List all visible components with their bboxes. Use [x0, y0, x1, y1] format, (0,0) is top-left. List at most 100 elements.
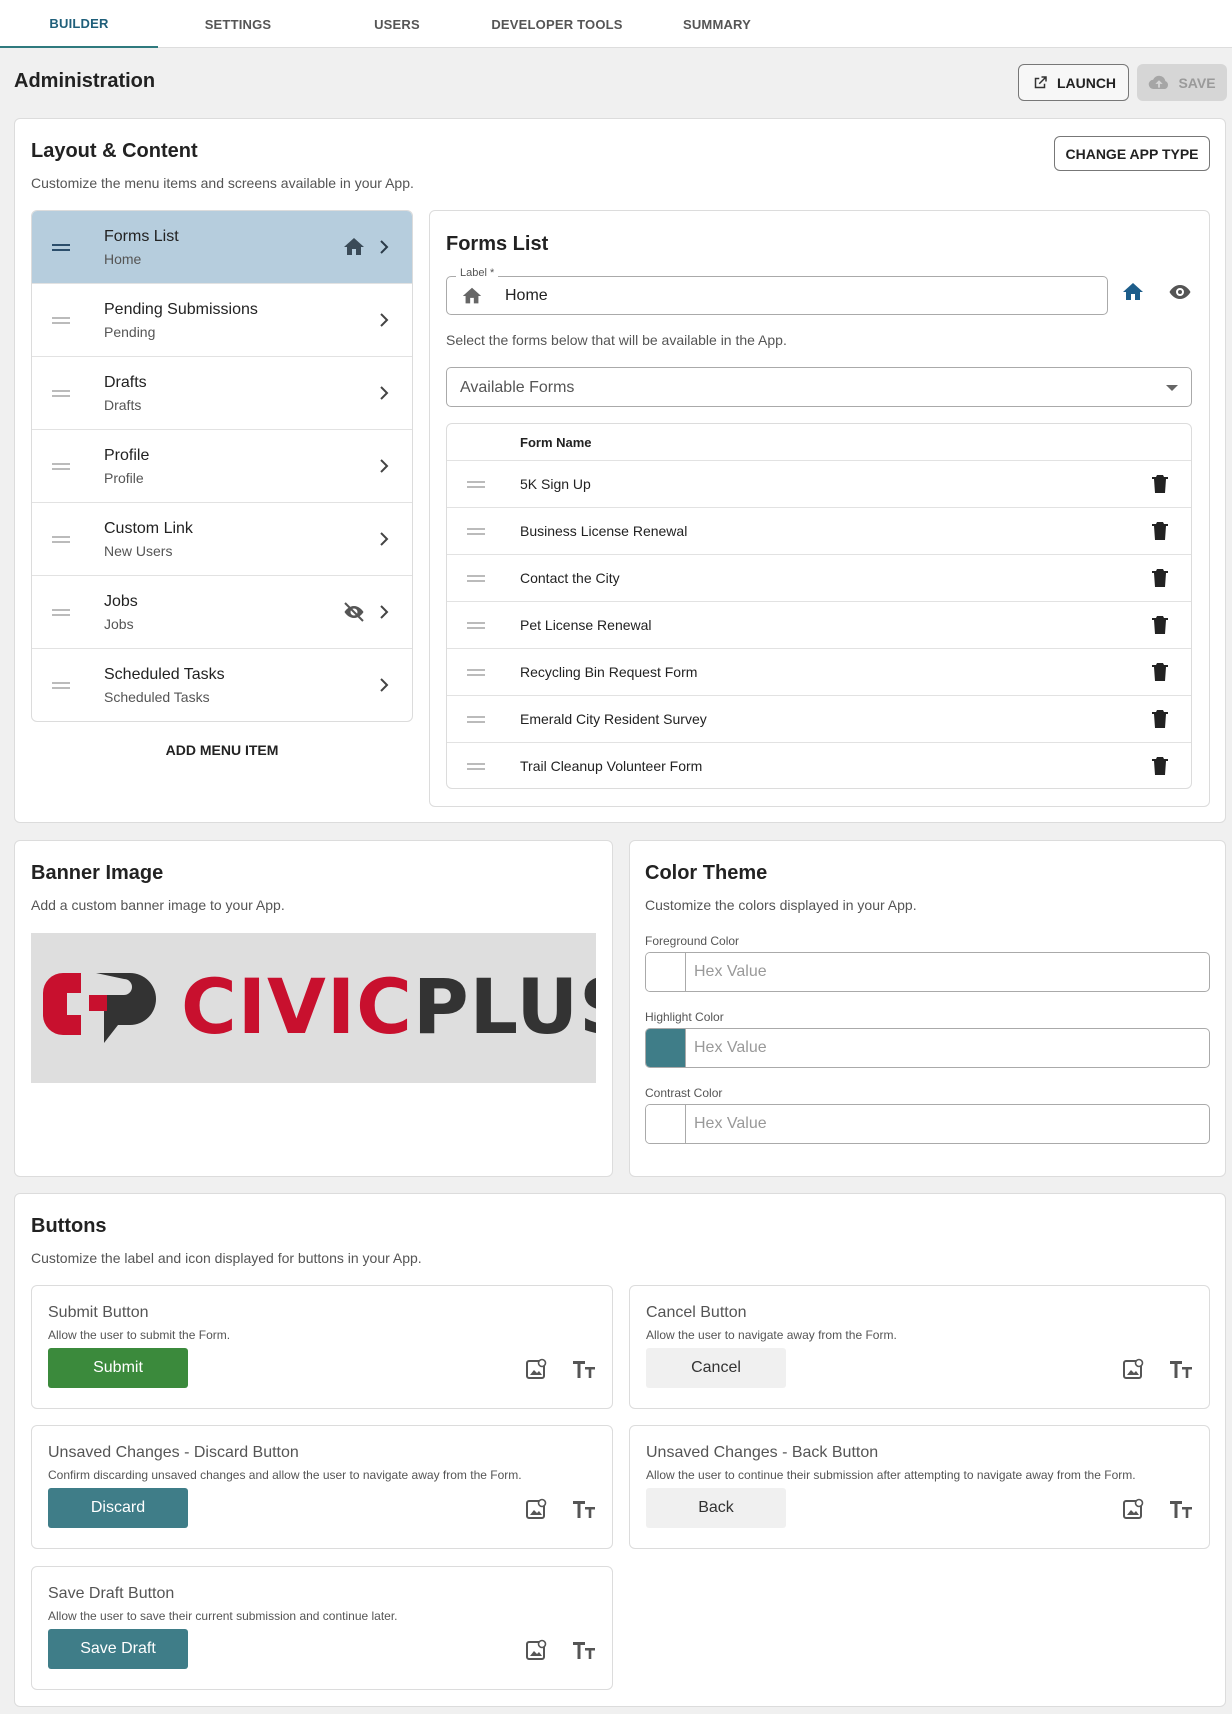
change-app-type-button[interactable]: CHANGE APP TYPE — [1054, 136, 1210, 171]
tab-users[interactable]: USERS — [318, 0, 476, 48]
label-legend: Label * — [456, 267, 499, 279]
image-edit-icon[interactable] — [1123, 1358, 1145, 1380]
back-preview-button[interactable]: Back — [646, 1488, 786, 1528]
drag-handle-icon[interactable] — [52, 609, 70, 616]
cancel-preview-button[interactable]: Cancel — [646, 1348, 786, 1388]
drag-handle-icon[interactable] — [467, 716, 485, 723]
menu-item-jobs[interactable]: Jobs Jobs — [32, 576, 412, 649]
chevron-right-icon[interactable] — [376, 600, 394, 624]
drag-handle-icon[interactable] — [467, 669, 485, 676]
menu-item-subtitle: Scheduled Tasks — [104, 689, 210, 705]
color-swatch[interactable] — [646, 1105, 686, 1143]
contrast-hex-input[interactable] — [694, 1105, 1194, 1143]
menu-item-title: Pending Submissions — [104, 301, 258, 318]
home-icon[interactable] — [1121, 280, 1145, 304]
tab-summary[interactable]: SUMMARY — [638, 0, 796, 48]
trash-icon[interactable] — [1152, 662, 1168, 682]
layout-subtitle: Customize the menu items and screens ava… — [31, 175, 414, 191]
forms-list-title: Forms List — [446, 233, 549, 255]
menu-item-drafts[interactable]: Drafts Drafts — [32, 357, 412, 430]
forms-description: Select the forms below that will be avai… — [446, 332, 787, 348]
menu-item-title: Drafts — [104, 374, 147, 391]
launch-label: LAUNCH — [1056, 74, 1117, 91]
drag-handle-icon[interactable] — [52, 244, 70, 251]
trash-icon[interactable] — [1152, 474, 1168, 494]
text-size-icon[interactable] — [572, 1358, 596, 1380]
drag-handle-icon[interactable] — [467, 481, 485, 488]
submit-preview-button[interactable]: Submit — [48, 1348, 188, 1388]
highlight-color-label: Highlight Color — [645, 1010, 724, 1024]
drag-handle-icon[interactable] — [52, 390, 70, 397]
chevron-right-icon[interactable] — [376, 454, 394, 478]
image-edit-icon[interactable] — [526, 1498, 548, 1520]
menu-item-pending-submissions[interactable]: Pending Submissions Pending — [32, 284, 412, 357]
drag-handle-icon[interactable] — [52, 536, 70, 543]
menu-item-scheduled-tasks[interactable]: Scheduled Tasks Scheduled Tasks — [32, 649, 412, 721]
label-input[interactable]: Home — [446, 276, 1108, 315]
contrast-color-label: Contrast Color — [645, 1086, 723, 1100]
drag-handle-icon[interactable] — [467, 763, 485, 770]
chevron-right-icon[interactable] — [376, 381, 394, 405]
text-size-icon[interactable] — [572, 1498, 596, 1520]
available-forms-select[interactable]: Available Forms — [446, 367, 1192, 407]
color-swatch[interactable] — [646, 1029, 686, 1067]
menu-list: Forms List Home Pending Submissions Pend… — [31, 210, 413, 722]
color-swatch[interactable] — [646, 953, 686, 991]
trash-icon[interactable] — [1152, 568, 1168, 588]
menu-item-custom-link[interactable]: Custom Link New Users — [32, 503, 412, 576]
back-button-config: Unsaved Changes - Back Button Allow the … — [629, 1425, 1210, 1549]
foreground-color-label: Foreground Color — [645, 934, 740, 948]
image-edit-icon[interactable] — [526, 1358, 548, 1380]
contrast-color-field — [645, 1104, 1210, 1144]
tab-settings[interactable]: SETTINGS — [159, 0, 317, 48]
image-edit-icon[interactable] — [1123, 1498, 1145, 1520]
foreground-hex-input[interactable] — [694, 953, 1194, 991]
top-tabs: BUILDER SETTINGS USERS DEVELOPER TOOLS S… — [0, 0, 1232, 48]
eye-icon[interactable] — [1168, 280, 1192, 304]
select-value: Available Forms — [460, 379, 575, 396]
column-header-form-name: Form Name — [520, 435, 592, 450]
chevron-right-icon[interactable] — [376, 527, 394, 551]
menu-item-title: Jobs — [104, 593, 138, 610]
form-name: Contact the City — [520, 570, 620, 586]
form-name: Business License Renewal — [520, 523, 688, 539]
highlight-color-field — [645, 1028, 1210, 1068]
drag-handle-icon[interactable] — [467, 528, 485, 535]
trash-icon[interactable] — [1152, 615, 1168, 635]
launch-button[interactable]: LAUNCH — [1018, 64, 1129, 101]
trash-icon[interactable] — [1152, 709, 1168, 729]
page-title: Administration — [14, 70, 156, 92]
menu-item-profile[interactable]: Profile Profile — [32, 430, 412, 503]
tab-builder[interactable]: BUILDER — [0, 0, 158, 48]
banner-title: Banner Image — [31, 862, 164, 884]
image-edit-icon[interactable] — [526, 1639, 548, 1661]
trash-icon[interactable] — [1152, 521, 1168, 541]
drag-handle-icon[interactable] — [52, 317, 70, 324]
save-draft-button-config: Save Draft Button Allow the user to save… — [31, 1566, 613, 1690]
drag-handle-icon[interactable] — [52, 463, 70, 470]
text-size-icon[interactable] — [1169, 1358, 1193, 1380]
chevron-right-icon[interactable] — [376, 673, 394, 697]
drag-handle-icon[interactable] — [467, 575, 485, 582]
home-icon — [462, 287, 482, 304]
text-size-icon[interactable] — [1169, 1498, 1193, 1520]
cloud-upload-icon — [1149, 75, 1169, 89]
menu-item-title: Custom Link — [104, 520, 193, 537]
add-menu-item-button[interactable]: ADD MENU ITEM — [31, 742, 413, 758]
tab-developer-tools[interactable]: DEVELOPER TOOLS — [478, 0, 636, 48]
save-draft-preview-button[interactable]: Save Draft — [48, 1629, 188, 1669]
banner-image[interactable]: CIVICPLUS — [31, 933, 596, 1083]
text-size-icon[interactable] — [572, 1639, 596, 1661]
config-title: Submit Button — [48, 1304, 149, 1321]
logo-text-civic: CIVIC — [181, 962, 413, 1051]
chevron-right-icon[interactable] — [376, 308, 394, 332]
forms-table: Form Name 5K Sign Up Business License Re… — [446, 423, 1192, 789]
chevron-right-icon[interactable] — [376, 235, 394, 259]
trash-icon[interactable] — [1152, 756, 1168, 776]
highlight-hex-input[interactable] — [694, 1029, 1194, 1067]
drag-handle-icon[interactable] — [467, 622, 485, 629]
menu-item-forms-list[interactable]: Forms List Home — [32, 211, 412, 284]
discard-preview-button[interactable]: Discard — [48, 1488, 188, 1528]
save-button[interactable]: SAVE — [1137, 64, 1227, 101]
drag-handle-icon[interactable] — [52, 682, 70, 689]
